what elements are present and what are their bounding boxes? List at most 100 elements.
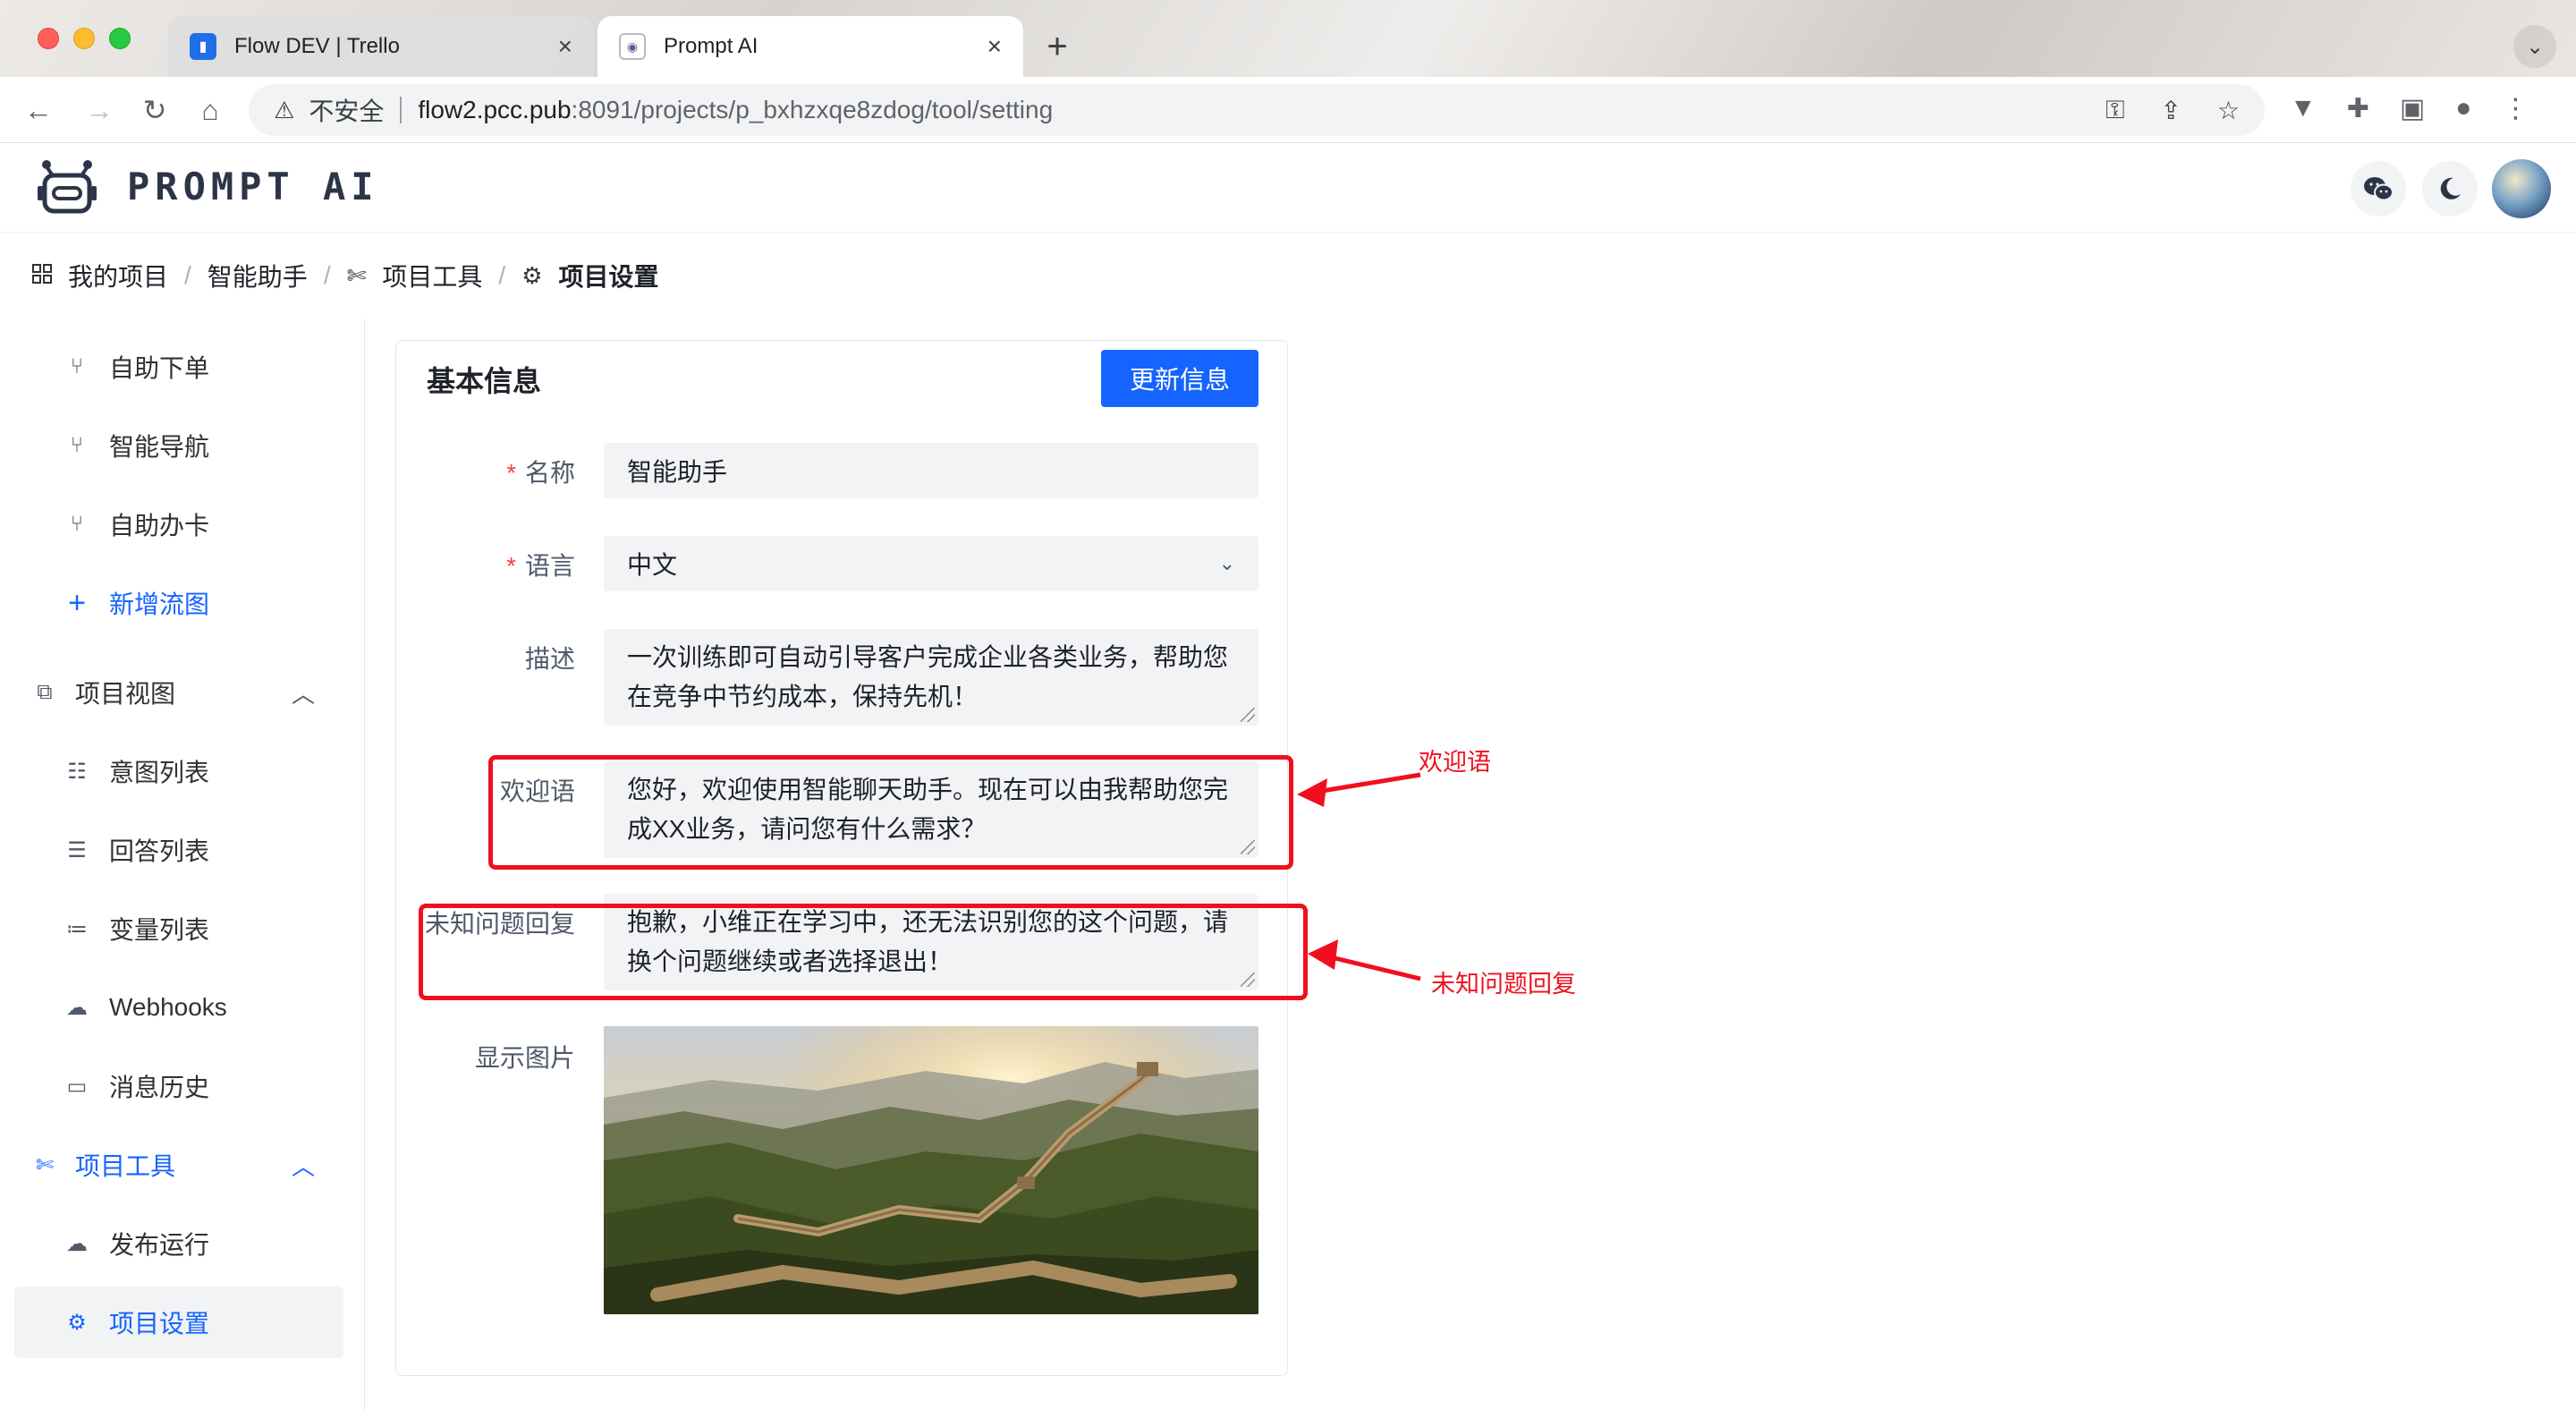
sidebar-item-webhooks[interactable]: ☁ Webhooks xyxy=(0,972,365,1043)
sidebar-item-self-card[interactable]: ⑂ 自助办卡 xyxy=(0,488,365,560)
vue-devtools-icon[interactable]: ▼ xyxy=(2290,93,2317,124)
unknown-reply-annotation-label: 未知问题回复 xyxy=(1431,971,1576,998)
required-mark: * xyxy=(506,459,516,487)
sidebar-item-intents[interactable]: ☷ 意图列表 xyxy=(0,735,365,807)
window-minimize-button[interactable] xyxy=(73,28,95,49)
card-title: 基本信息 xyxy=(427,365,542,397)
sidebar-item-add-flow[interactable]: + 新增流图 xyxy=(0,567,365,639)
avatar[interactable] xyxy=(2492,159,2551,218)
sidebar-item-publish[interactable]: ☁ 发布运行 xyxy=(0,1208,365,1279)
welcome-highlight-box xyxy=(488,755,1293,870)
kebab-menu-icon[interactable]: ⋮ xyxy=(2502,93,2529,124)
sidebar-item-label: 发布运行 xyxy=(109,1231,210,1259)
name-label-text: 名称 xyxy=(524,459,575,487)
key-icon[interactable]: ⚿ xyxy=(2106,96,2124,125)
description-label: 描述 xyxy=(524,645,575,673)
cloud-icon: ☁ xyxy=(66,995,88,1020)
annotation-arrows xyxy=(1297,772,1421,981)
wechat-icon[interactable] xyxy=(2351,161,2406,217)
breadcrumb-label: 项目设置 xyxy=(558,263,659,291)
display-image[interactable] xyxy=(604,1026,1258,1314)
chevron-up-icon: ︿ xyxy=(292,680,316,708)
window-zoom-button[interactable] xyxy=(109,28,131,49)
sidebar-item-answers[interactable]: ☰ 回答列表 xyxy=(0,814,365,886)
tab-title: Flow DEV | Trello xyxy=(234,34,400,58)
language-label: * 语言 xyxy=(396,547,575,582)
tools-icon: ✄ xyxy=(35,1152,55,1177)
name-input[interactable]: 智能助手 xyxy=(604,443,1258,498)
branch-icon: ⑂ xyxy=(70,512,84,536)
sidebar-item-label: 自助办卡 xyxy=(109,512,210,539)
browser-tab-prompt-ai[interactable]: ◉ Prompt AI × xyxy=(597,16,1023,77)
window-close-button[interactable] xyxy=(38,28,59,49)
breadcrumb-separator: / xyxy=(498,261,506,289)
tab-search-button[interactable]: ⌄ xyxy=(2513,25,2556,68)
reload-icon[interactable]: ↻ xyxy=(134,89,175,131)
breadcrumb-item-project-settings: ⚙ 项目设置 xyxy=(521,258,658,293)
plus-icon: + xyxy=(68,585,86,620)
app-header: PROMPT AI xyxy=(0,143,2576,233)
image-label: 显示图片 xyxy=(474,1044,575,1072)
sidebar-item-label: 智能导航 xyxy=(109,433,210,461)
breadcrumb: 我的项目 / 智能助手 / ✄ 项目工具 / ⚙ 项目设置 xyxy=(32,256,659,295)
sidebar-item-label: 消息历史 xyxy=(109,1074,210,1101)
warning-icon: ⚠ xyxy=(274,96,295,123)
cloud-sync-icon: ☁ xyxy=(66,1231,88,1256)
sidebar-item-label: 项目工具 xyxy=(75,1152,176,1180)
sidebar-item-message-history[interactable]: ▭ 消息历史 xyxy=(0,1050,365,1122)
chevron-down-icon: ⌄ xyxy=(1218,552,1235,574)
browser-tab-trello[interactable]: ▮ Flow DEV | Trello × xyxy=(168,16,594,77)
browser-toolbar: ← → ↻ ⌂ ⚠ 不安全 flow2.pcc.pub :8091/projec… xyxy=(0,77,2576,143)
welcome-annotation-label: 欢迎语 xyxy=(1419,749,1491,776)
language-label-text: 语言 xyxy=(524,552,575,580)
url-host: flow2.pcc.pub xyxy=(418,96,572,123)
language-select[interactable]: 中文 ⌄ xyxy=(604,536,1258,591)
security-label: 不安全 xyxy=(309,98,385,125)
close-icon[interactable]: × xyxy=(987,32,1002,61)
trello-icon: ▮ xyxy=(190,33,216,60)
sidepanel-icon[interactable]: ▣ xyxy=(2400,93,2425,124)
description-value: 一次训练即可自动引导客户完成企业各类业务，帮助您在竞争中节约成本，保持先机！ xyxy=(627,643,1229,710)
back-arrow-icon[interactable]: ← xyxy=(18,89,59,131)
checklist-icon: ☰ xyxy=(67,837,87,862)
gear-icon: ⚙ xyxy=(67,1310,87,1335)
bullet-list-icon: ≔ xyxy=(66,916,88,941)
sidebar-item-label: 回答列表 xyxy=(109,837,210,865)
sidebar-item-label: 变量列表 xyxy=(109,916,210,944)
puzzle-icon[interactable]: ✚ xyxy=(2347,93,2369,124)
breadcrumb-label: 我的项目 xyxy=(68,263,169,291)
sidebar-item-variables[interactable]: ≔ 变量列表 xyxy=(0,893,365,964)
gear-icon: ⚙ xyxy=(521,261,543,289)
forward-arrow-icon[interactable]: → xyxy=(79,89,120,131)
close-icon[interactable]: × xyxy=(558,32,572,61)
list-icon: ☷ xyxy=(67,759,87,784)
robot-logo-icon[interactable] xyxy=(38,159,97,217)
sidebar-item-label: 自助下单 xyxy=(109,354,210,382)
address-bar[interactable]: ⚠ 不安全 flow2.pcc.pub :8091/projects/p_bxh… xyxy=(249,84,2265,136)
breadcrumb-item-assistant[interactable]: 智能助手 xyxy=(208,258,308,293)
grid-icon xyxy=(32,262,52,290)
star-icon[interactable]: ☆ xyxy=(2217,96,2240,125)
sidebar-item-smart-nav[interactable]: ⑂ 智能导航 xyxy=(0,410,365,481)
url-path: :8091/projects/p_bxhzxqe8zdog/tool/setti… xyxy=(571,96,1054,123)
profile-icon[interactable]: ● xyxy=(2455,93,2471,124)
divider xyxy=(400,97,402,123)
moon-icon[interactable] xyxy=(2422,161,2478,217)
sidebar-group-project-view[interactable]: ⧉ 项目视图 ︿ xyxy=(0,657,365,728)
home-icon[interactable]: ⌂ xyxy=(190,89,231,131)
sidebar-item-self-order[interactable]: ⑂ 自助下单 xyxy=(0,331,365,403)
breadcrumb-separator: / xyxy=(323,261,331,289)
share-icon[interactable]: ⇪ xyxy=(2160,96,2181,125)
resize-handle-icon[interactable] xyxy=(1241,708,1255,722)
sidebar-item-label: 新增流图 xyxy=(109,590,210,618)
unknown-reply-highlight-box xyxy=(419,904,1308,1000)
sidebar-item-project-settings[interactable]: ⚙ 项目设置 xyxy=(14,1287,343,1358)
puzzle-icon: ⧉ xyxy=(37,680,53,704)
update-info-button[interactable]: 更新信息 xyxy=(1101,350,1258,407)
new-tab-button[interactable]: + xyxy=(1038,27,1077,66)
name-label: * 名称 xyxy=(396,454,575,489)
sidebar-group-project-tools[interactable]: ✄ 项目工具 ︿ xyxy=(0,1129,365,1201)
breadcrumb-item-project-tools[interactable]: ✄ 项目工具 xyxy=(347,258,483,293)
breadcrumb-item-my-projects[interactable]: 我的项目 xyxy=(32,258,168,293)
description-textarea[interactable]: 一次训练即可自动引导客户完成企业各类业务，帮助您在竞争中节约成本，保持先机！ xyxy=(604,629,1258,726)
